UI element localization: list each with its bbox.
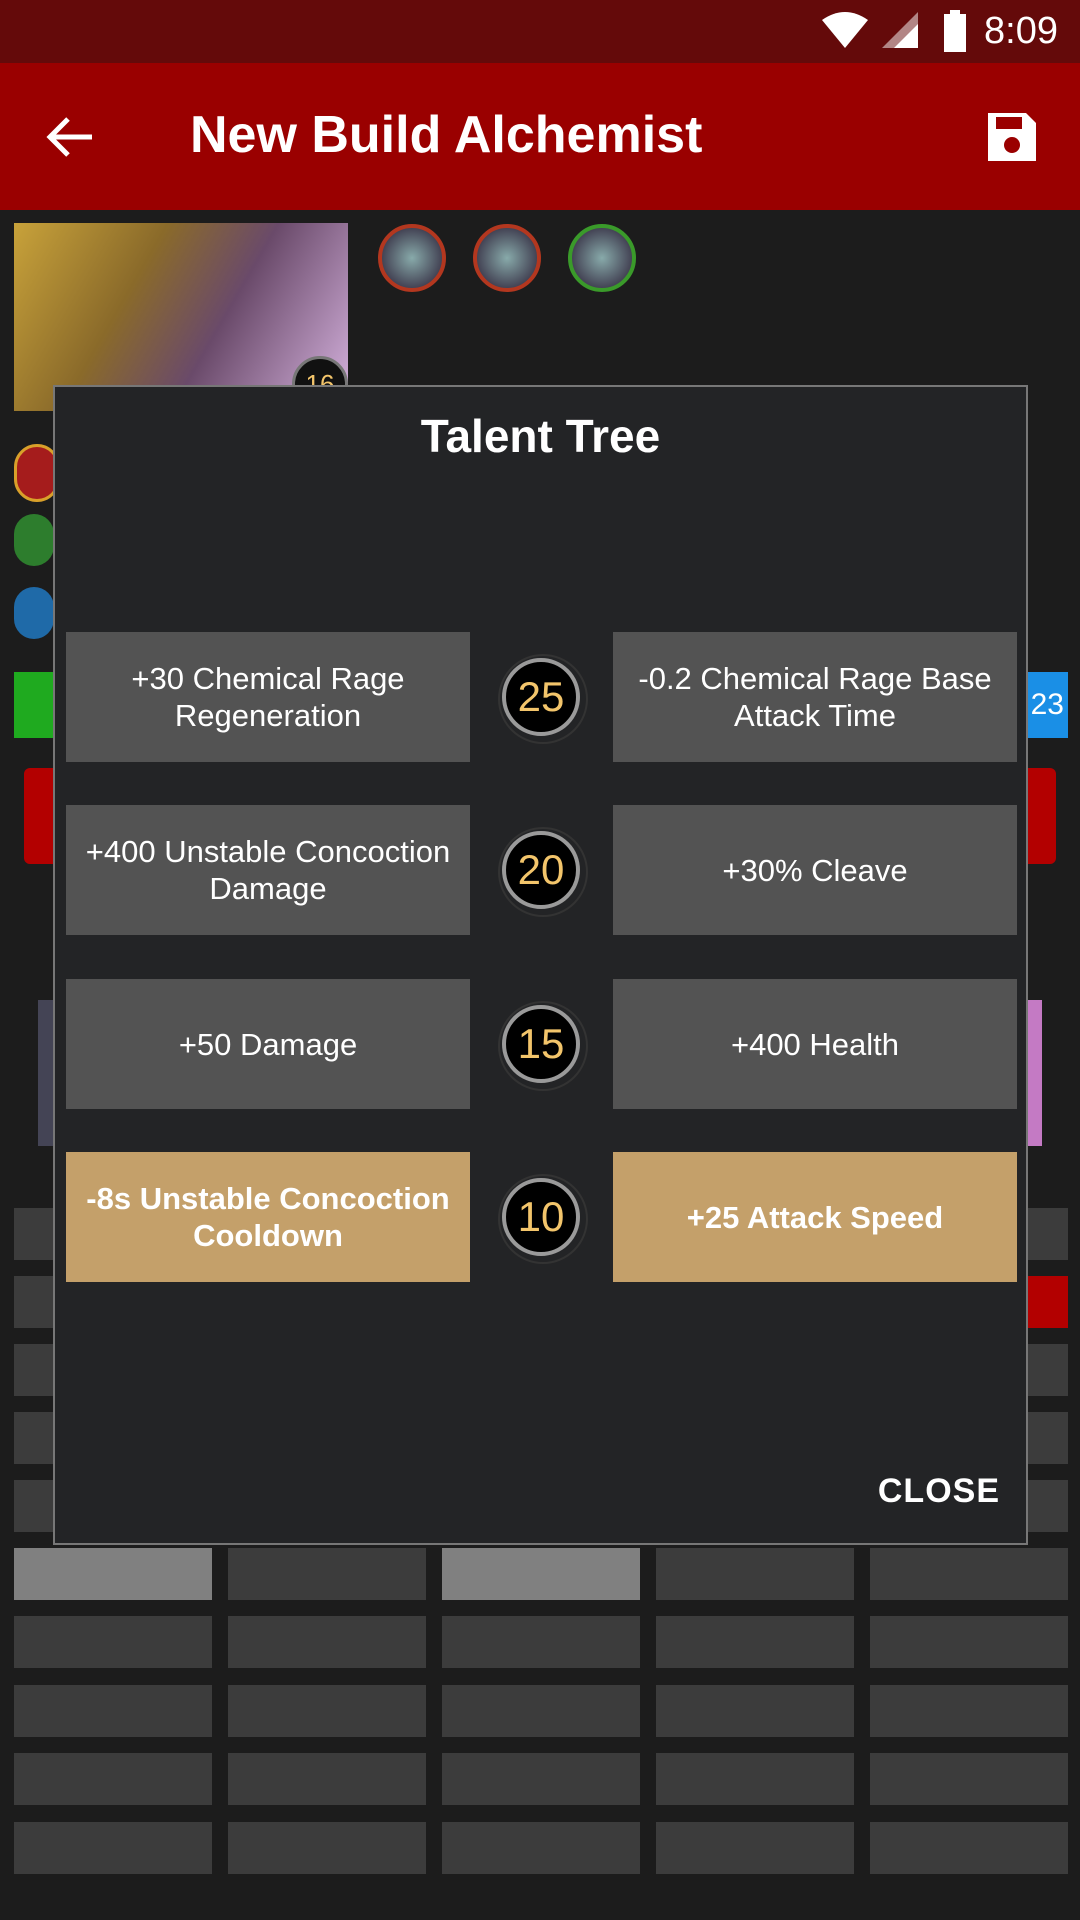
grid-cell[interactable] <box>442 1685 640 1737</box>
skill-icon[interactable] <box>14 587 54 639</box>
talent-right-25[interactable]: -0.2 Chemical Rage Base Attack Time <box>613 632 1017 762</box>
grid-cell[interactable] <box>442 1753 640 1805</box>
talent-right-20[interactable]: +30% Cleave <box>613 805 1017 935</box>
grid-cell[interactable] <box>14 1276 54 1328</box>
grid-cell[interactable] <box>14 1548 212 1600</box>
grid-cell[interactable] <box>14 1616 212 1668</box>
grid-cell[interactable] <box>228 1548 426 1600</box>
grid-cell[interactable] <box>14 1344 54 1396</box>
grid-cell[interactable] <box>14 1480 54 1532</box>
close-button[interactable]: CLOSE <box>878 1472 1000 1511</box>
health-bar <box>14 672 54 738</box>
item-icon[interactable] <box>568 224 636 292</box>
item-icon[interactable] <box>378 224 446 292</box>
skill-icon[interactable] <box>14 514 54 566</box>
app-bar: New Build Alchemist <box>0 63 1080 210</box>
wifi-icon <box>822 12 868 48</box>
grid-cell[interactable] <box>14 1685 212 1737</box>
back-arrow-icon[interactable] <box>44 111 96 163</box>
talent-right-15[interactable]: +400 Health <box>613 979 1017 1109</box>
grid-cell[interactable] <box>14 1208 54 1260</box>
item-icon[interactable] <box>473 224 541 292</box>
grid-cell[interactable] <box>656 1753 854 1805</box>
grid-cell[interactable] <box>870 1753 1068 1805</box>
talent-left-15[interactable]: +50 Damage <box>66 979 470 1109</box>
grid-cell[interactable] <box>442 1822 640 1874</box>
talent-left-10[interactable]: -8s Unstable Concoction Cooldown <box>66 1152 470 1282</box>
grid-cell[interactable] <box>870 1548 1068 1600</box>
grid-cell[interactable] <box>228 1685 426 1737</box>
grid-cell[interactable] <box>1028 1344 1068 1396</box>
grid-cell[interactable] <box>1028 1276 1068 1328</box>
grid-cell[interactable] <box>1028 1412 1068 1464</box>
save-icon[interactable] <box>984 109 1040 165</box>
grid-cell[interactable] <box>14 1412 54 1464</box>
grid-cell[interactable] <box>870 1616 1068 1668</box>
grid-cell[interactable] <box>656 1685 854 1737</box>
grid-cell[interactable] <box>14 1753 212 1805</box>
clock: 8:09 <box>984 10 1058 52</box>
grid-cell[interactable] <box>1028 1208 1068 1260</box>
battery-icon <box>944 10 966 52</box>
page-title: New Build Alchemist <box>190 106 703 164</box>
grid-cell[interactable] <box>1028 1480 1068 1532</box>
grid-cell[interactable] <box>870 1685 1068 1737</box>
talent-level-badge: 25 <box>498 654 588 744</box>
grid-cell[interactable] <box>442 1616 640 1668</box>
talent-left-25[interactable]: +30 Chemical Rage Regeneration <box>66 632 470 762</box>
grid-cell[interactable] <box>14 1822 212 1874</box>
talent-tree-dialog: Talent Tree +30 Chemical Rage Regenerati… <box>53 385 1028 1545</box>
grid-cell[interactable] <box>228 1822 426 1874</box>
grid-cell[interactable] <box>656 1616 854 1668</box>
grid-cell[interactable] <box>870 1822 1068 1874</box>
status-bar: 8:09 <box>0 0 1080 63</box>
grid-cell[interactable] <box>228 1616 426 1668</box>
talent-level-badge: 10 <box>498 1174 588 1264</box>
dialog-title: Talent Tree <box>420 410 661 462</box>
talent-right-10[interactable]: +25 Attack Speed <box>613 1152 1017 1282</box>
grid-cell[interactable] <box>656 1548 854 1600</box>
talent-left-20[interactable]: +400 Unstable Concoction Damage <box>66 805 470 935</box>
talent-level-badge: 20 <box>498 827 588 917</box>
grid-cell[interactable] <box>442 1548 640 1600</box>
cell-signal-icon <box>882 12 918 48</box>
grid-cell[interactable] <box>228 1753 426 1805</box>
grid-cell[interactable] <box>656 1822 854 1874</box>
talent-level-badge: 15 <box>498 1001 588 1091</box>
